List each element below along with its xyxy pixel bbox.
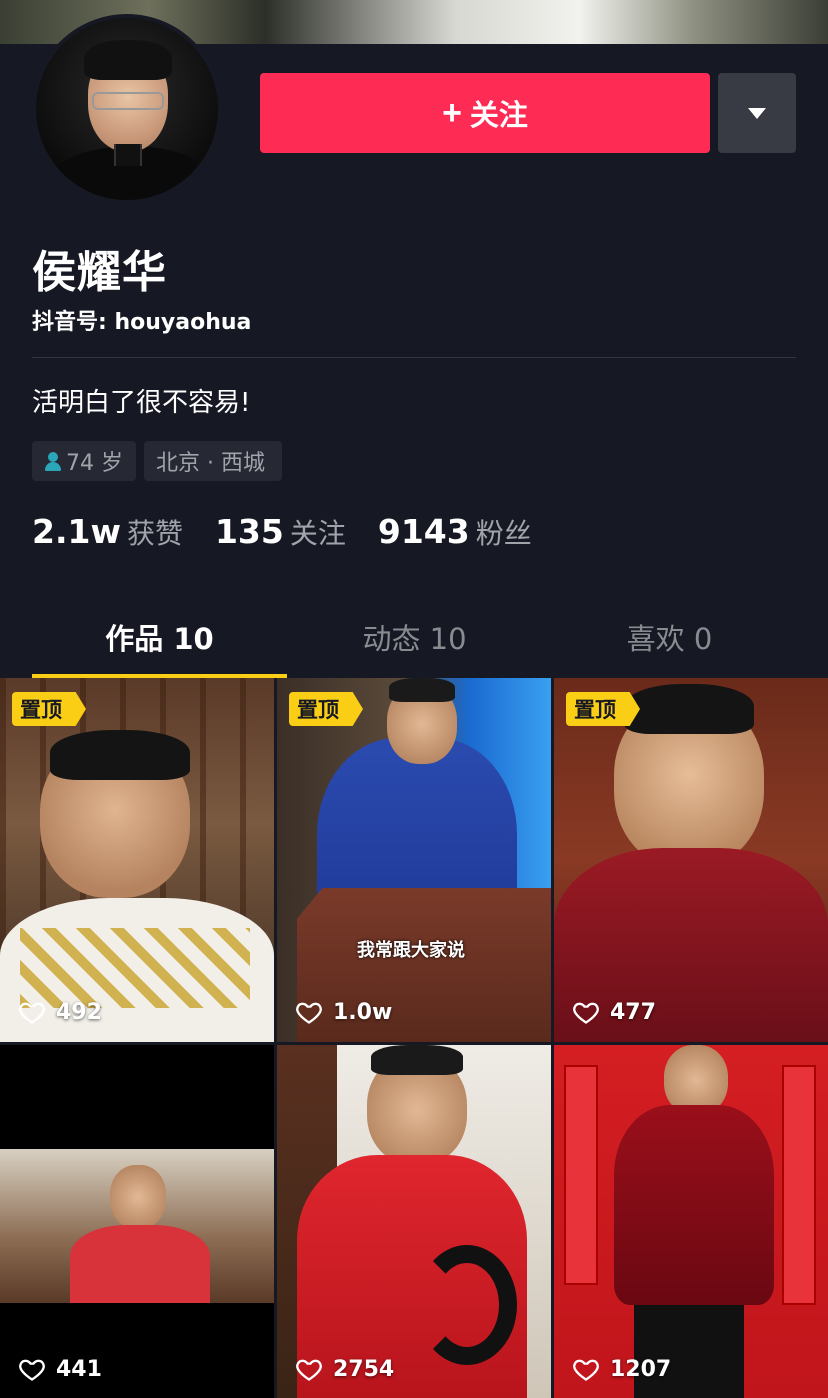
video-likes-count: 477	[610, 999, 656, 1025]
heart-icon	[573, 1359, 599, 1381]
age-tag: 74 岁	[32, 441, 136, 481]
heart-icon	[296, 1002, 322, 1024]
video-likes: 477	[572, 998, 656, 1026]
stat-likes[interactable]: 2.1w 获赞	[32, 512, 183, 552]
stat-likes-value: 2.1w	[32, 512, 121, 551]
heart-icon	[296, 1359, 322, 1381]
pinned-badge: 置顶	[12, 692, 86, 726]
stat-followers[interactable]: 9143 粉丝	[378, 512, 532, 552]
stat-following-label: 关注	[289, 517, 346, 550]
video-thumbnail[interactable]: 我常跟大家说 置顶 1.0w	[277, 678, 551, 1042]
pinned-badge: 置顶	[566, 692, 640, 726]
stat-followers-label: 粉丝	[475, 517, 532, 550]
plus-icon: +	[442, 93, 462, 132]
video-likes: 1207	[572, 1355, 671, 1383]
video-likes-count: 492	[56, 999, 102, 1025]
video-likes: 2754	[295, 1355, 394, 1383]
video-likes-count: 1.0w	[333, 999, 393, 1025]
stat-followers-value: 9143	[377, 512, 470, 551]
video-thumbnail[interactable]: 2754	[277, 1045, 551, 1398]
stat-following[interactable]: 135 关注	[215, 512, 346, 552]
content-tabs: 作品 10 动态 10 喜欢 0	[0, 600, 828, 678]
avatar[interactable]	[32, 14, 222, 204]
video-thumbnail[interactable]: 1207	[554, 1045, 828, 1398]
video-thumbnail[interactable]: 置顶 492	[0, 678, 274, 1042]
profile-bio: 活明白了很不容易!	[32, 388, 251, 418]
caret-down-icon	[748, 107, 766, 119]
video-likes: 441	[18, 1355, 102, 1383]
heart-icon	[19, 1359, 45, 1381]
age-tag-label: 74 岁	[66, 451, 123, 476]
location-tag: 北京 · 西城	[144, 441, 282, 481]
more-options-button[interactable]	[718, 73, 796, 153]
profile-handle: 抖音号: houyaohua	[32, 310, 252, 335]
tab-works[interactable]: 作品 10	[32, 600, 287, 678]
video-likes: 1.0w	[295, 998, 392, 1026]
person-icon	[44, 451, 62, 471]
follow-button[interactable]: + 关注	[260, 73, 710, 153]
tab-posts[interactable]: 动态 10	[287, 600, 542, 678]
heart-icon	[573, 1002, 599, 1024]
follow-button-label: 关注	[469, 100, 528, 132]
video-thumbnail[interactable]: 置顶 477	[554, 678, 828, 1042]
stat-likes-label: 获赞	[126, 517, 183, 550]
video-likes: 492	[18, 998, 102, 1026]
pinned-badge: 置顶	[289, 692, 363, 726]
profile-stats: 2.1w 获赞 135 关注 9143 粉丝	[32, 512, 564, 552]
video-thumbnail[interactable]: 441	[0, 1045, 274, 1398]
heart-icon	[19, 1002, 45, 1024]
tab-likes[interactable]: 喜欢 0	[542, 600, 797, 678]
location-tag-label: 北京 · 西城	[156, 451, 265, 476]
video-likes-count: 441	[56, 1356, 102, 1382]
video-likes-count: 1207	[610, 1356, 672, 1382]
divider	[32, 357, 796, 358]
video-caption: 我常跟大家说	[357, 940, 465, 961]
video-likes-count: 2754	[333, 1356, 395, 1382]
profile-name: 侯耀华	[32, 247, 167, 298]
stat-following-value: 135	[214, 512, 284, 551]
